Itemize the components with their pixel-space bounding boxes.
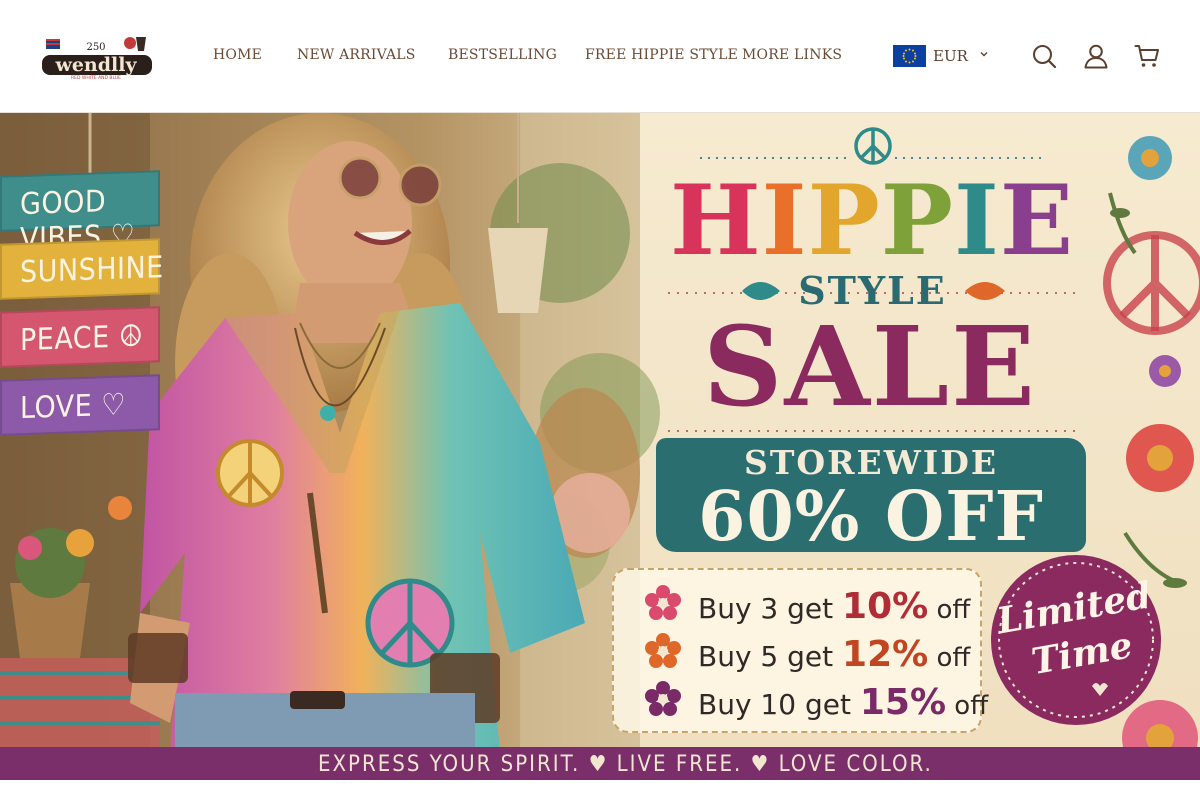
nav-more-links[interactable]: MORE LINKS <box>742 47 842 63</box>
bulk-deals-box: Buy 3 get 10% off Buy 5 get 12% off Buy … <box>612 568 988 733</box>
brand-logo[interactable]: wendlly 250 RED WHITE AND BLUE <box>40 33 154 81</box>
chevron-down-icon <box>980 52 988 57</box>
logo-badge: 250 <box>86 42 105 53</box>
banner-title-hippie: HIPPIE <box>669 164 1075 277</box>
sign-sunshine: SUNSHINE <box>0 238 164 300</box>
sign-love: LOVE ♡ <box>0 374 160 436</box>
logo-text: wendlly <box>54 54 137 76</box>
site-header: wendlly 250 RED WHITE AND BLUE HOME NEW … <box>0 0 1200 113</box>
deal-text-2: Buy 5 get 12% off <box>698 634 971 675</box>
ribbon-slogan: EXPRESS YOUR SPIRIT. ♥ LIVE FREE. ♥ LOVE… <box>318 752 933 777</box>
currency-label: EUR <box>933 47 968 65</box>
logo-tagline: RED WHITE AND BLUE <box>71 75 121 81</box>
cart-icon[interactable] <box>1134 43 1160 69</box>
deal-text-3: Buy 10 get 15% off <box>698 682 989 723</box>
flower-icon <box>645 633 681 668</box>
logo-graphic: wendlly 250 RED WHITE AND BLUE <box>42 37 152 81</box>
page-bottom-area <box>0 780 1200 800</box>
search-icon[interactable] <box>1031 43 1057 69</box>
nav-free-hippie-style[interactable]: FREE HIPPIE STYLE <box>585 47 738 63</box>
flower-icon <box>645 585 681 620</box>
sign-good-vibes: GOOD VIBES ♡ <box>0 170 160 257</box>
sign-peace: PEACE ☮ <box>0 306 160 368</box>
nav-new-arrivals[interactable]: NEW ARRIVALS <box>297 47 416 63</box>
flower-icon <box>645 681 681 716</box>
nav-home[interactable]: HOME <box>213 47 262 63</box>
hero-banner[interactable]: GOOD VIBES ♡ SUNSHINE PEACE ☮ LOVE ♡ HIP… <box>0 113 1200 780</box>
banner-title-sale: SALE <box>703 302 1037 431</box>
account-icon[interactable] <box>1083 43 1109 69</box>
nav-bestselling[interactable]: BESTSELLING <box>448 47 557 63</box>
discount-label: 60% OFF <box>698 477 1044 557</box>
eu-flag-icon <box>893 45 926 67</box>
deal-text-1: Buy 3 get 10% off <box>698 586 971 627</box>
currency-selector[interactable]: EUR <box>893 45 995 67</box>
